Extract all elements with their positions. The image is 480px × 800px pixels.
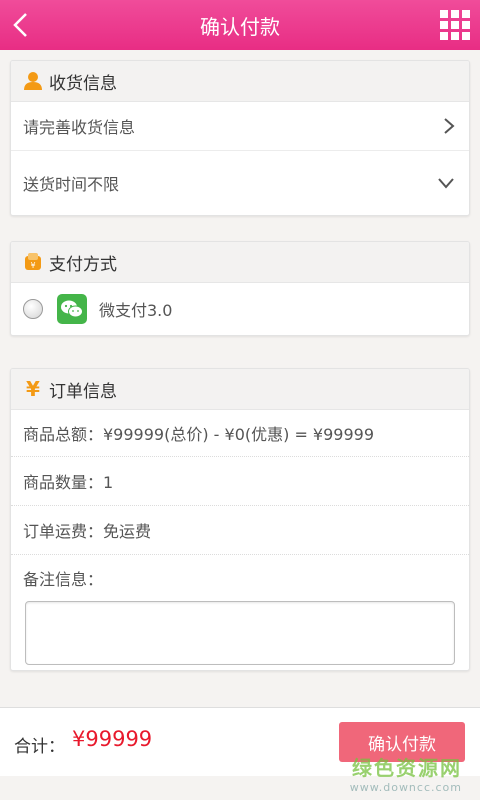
remarks-label: 备注信息： bbox=[23, 570, 104, 589]
order-shipping-row: 订单运费：免运费 bbox=[11, 506, 469, 555]
chevron-left-icon[interactable] bbox=[10, 12, 32, 38]
total-label: 合计： bbox=[14, 737, 65, 757]
order-card: ¥ 订单信息 商品总额：¥99999(总价) - ¥0(优惠) = ¥99999… bbox=[10, 368, 470, 671]
chevron-right-icon bbox=[444, 118, 455, 134]
order-total-text: 商品总额：¥99999(总价) - ¥0(优惠) = ¥99999 bbox=[23, 425, 375, 444]
order-quantity-text: 商品数量：1 bbox=[23, 473, 114, 492]
delivery-card: 收货信息 请完善收货信息 送货时间不限 bbox=[10, 60, 470, 216]
watermark-title: 绿色资源网 bbox=[352, 756, 462, 780]
payment-radio[interactable] bbox=[23, 299, 43, 319]
remarks-textarea[interactable] bbox=[25, 601, 455, 665]
payment-title: 支付方式 bbox=[49, 254, 117, 275]
order-title: 订单信息 bbox=[49, 381, 117, 402]
remarks-label-row: 备注信息： bbox=[11, 555, 469, 601]
payment-header: ¥ 支付方式 bbox=[11, 242, 469, 283]
delivery-time-row[interactable]: 送货时间不限 bbox=[11, 151, 469, 215]
total-value: ¥99999 bbox=[72, 727, 153, 751]
order-shipping-text: 订单运费：免运费 bbox=[23, 522, 152, 541]
yen-icon: ¥ bbox=[26, 377, 40, 401]
payment-card: ¥ 支付方式 微支付3.0 bbox=[10, 241, 470, 336]
wallet-icon: ¥ bbox=[25, 253, 41, 270]
delivery-header: 收货信息 bbox=[11, 61, 469, 102]
wechat-icon bbox=[57, 294, 87, 324]
order-header: ¥ 订单信息 bbox=[11, 369, 469, 410]
payment-option-row[interactable]: 微支付3.0 bbox=[11, 283, 469, 335]
order-total-row: 商品总额：¥99999(总价) - ¥0(优惠) = ¥99999 bbox=[11, 410, 469, 457]
delivery-time-text: 送货时间不限 bbox=[23, 175, 120, 194]
address-row[interactable]: 请完善收货信息 bbox=[11, 102, 469, 151]
chevron-down-icon bbox=[438, 178, 454, 189]
watermark-url: www.downcc.com bbox=[349, 781, 462, 794]
svg-text:¥: ¥ bbox=[30, 261, 35, 270]
watermark: 绿色资源网 www.downcc.com bbox=[350, 752, 462, 794]
address-placeholder: 请完善收货信息 bbox=[23, 118, 136, 137]
person-icon bbox=[24, 72, 42, 90]
order-quantity-row: 商品数量：1 bbox=[11, 457, 469, 506]
grid-menu-icon[interactable] bbox=[440, 10, 470, 40]
delivery-title: 收货信息 bbox=[49, 73, 117, 94]
page-title: 确认付款 bbox=[200, 14, 280, 39]
payment-option-label: 微支付3.0 bbox=[99, 301, 173, 320]
top-header: 确认付款 bbox=[0, 0, 480, 50]
